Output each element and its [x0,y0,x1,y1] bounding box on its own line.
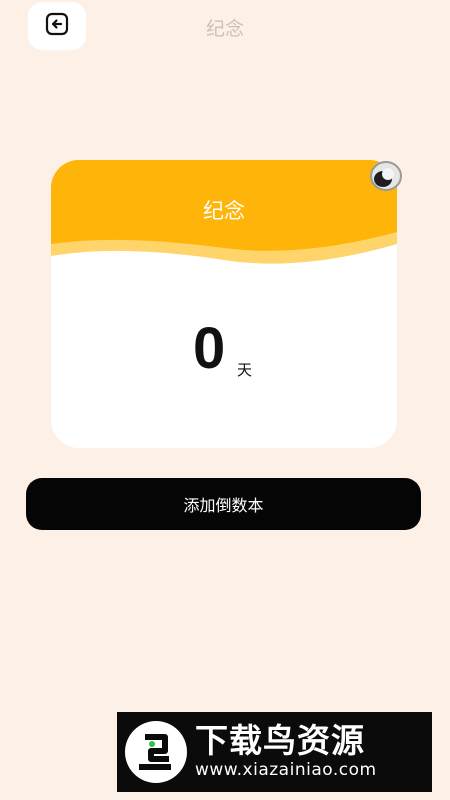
card-header: 纪念 [51,160,397,270]
countdown-card[interactable]: 纪念 [51,160,397,448]
day-unit: 天 [237,361,253,379]
watermark-title: 下载鸟资源 [195,720,365,760]
watermark-url: www.xiazainiao.com [195,760,377,781]
watermark: 下载鸟资源 www.xiazainiao.com [117,712,432,792]
page-title: 纪念 [205,18,244,40]
card-title: 纪念 [203,199,245,223]
add-countdown-book-button[interactable]: 添加倒数本 [26,478,421,530]
ring-binder-icon [360,158,404,196]
bird-logo-icon [125,721,187,783]
day-count: 0 [193,316,226,381]
